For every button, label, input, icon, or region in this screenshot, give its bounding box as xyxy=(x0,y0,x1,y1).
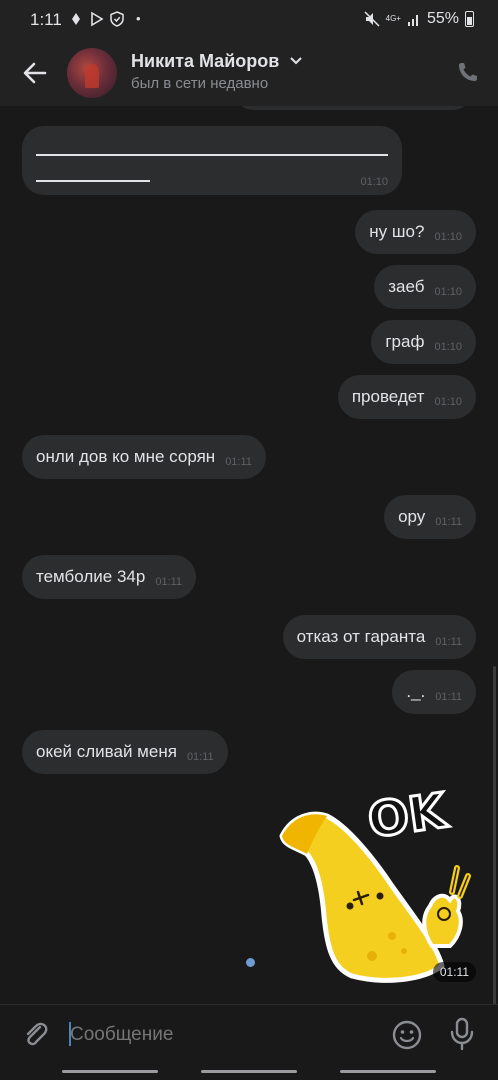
emoji-icon[interactable] xyxy=(391,1019,423,1051)
phone-call-icon[interactable] xyxy=(456,60,480,84)
chevron-down-icon[interactable] xyxy=(290,57,303,65)
notification-icon xyxy=(72,13,80,25)
message-bubble-outgoing[interactable]: граф 01:10 xyxy=(371,320,476,364)
play-store-icon xyxy=(91,11,104,27)
nav-back[interactable] xyxy=(340,1070,436,1073)
unread-indicator-dot xyxy=(246,958,255,967)
message-feed[interactable]: 01:10 ну шо? 01:10 заеб 01:10 граф 01:10… xyxy=(0,106,498,1004)
message-text: ._. xyxy=(406,682,426,701)
message-time: 01:11 xyxy=(225,456,252,468)
battery-icon xyxy=(465,11,474,27)
message-text: ну шо? xyxy=(369,222,425,241)
message-bubble-incoming[interactable]: онли дов ко мне сорян 01:11 xyxy=(22,435,266,479)
message-text: граф xyxy=(385,332,425,351)
message-text: проведет xyxy=(351,387,425,406)
message-bubble-outgoing[interactable]: отказ от гаранта 01:11 xyxy=(282,615,476,659)
message-input[interactable] xyxy=(70,1019,370,1051)
nav-home[interactable] xyxy=(201,1070,297,1073)
message-text: онли дов ко мне сорян xyxy=(36,447,216,466)
contact-name[interactable]: Никита Майоров xyxy=(131,51,303,72)
avatar[interactable] xyxy=(67,48,117,98)
message-time: 01:10 xyxy=(434,231,462,243)
network-type: 4G+ xyxy=(385,14,401,23)
nav-recents[interactable] xyxy=(62,1070,158,1073)
contact-name-text: Никита Майоров xyxy=(131,51,280,71)
message-bubble-outgoing[interactable]: заеб 01:10 xyxy=(374,265,476,309)
notification-icons: • xyxy=(68,11,141,27)
status-time: 1:11 xyxy=(30,10,62,29)
chat-header: Никита Майоров был в сети недавно xyxy=(0,40,498,106)
message-time: 01:10 xyxy=(360,176,388,188)
message-time: 01:11 xyxy=(435,636,462,648)
message-text: заеб xyxy=(388,277,425,296)
underline-text xyxy=(36,180,150,182)
sticker-time: 01:11 xyxy=(432,962,476,982)
message-time: 01:11 xyxy=(186,751,214,763)
previous-message-bubble xyxy=(235,106,471,110)
sticker-ok-text: OK xyxy=(363,781,451,850)
last-seen-status: был в сети недавно xyxy=(131,75,269,92)
message-composer xyxy=(0,1004,498,1062)
message-bubble-outgoing[interactable]: ну шо? 01:10 xyxy=(355,210,476,254)
message-bubble-outgoing[interactable]: проведет 01:10 xyxy=(337,375,476,419)
message-time: 01:10 xyxy=(434,286,462,298)
shield-icon xyxy=(110,11,124,27)
battery-percent: 55% xyxy=(426,10,459,27)
underline-text xyxy=(36,154,388,156)
status-bar: 1:11 • 4G+ 55% xyxy=(0,0,498,40)
message-time: 01:11 xyxy=(155,576,183,588)
message-time: 01:10 xyxy=(434,341,462,353)
signal-icon xyxy=(407,15,418,26)
more-dot-icon: • xyxy=(136,11,141,26)
system-navigation-bar xyxy=(0,1062,498,1080)
message-bubble-incoming[interactable]: окей сливай меня 01:11 xyxy=(22,730,228,774)
message-bubble-outgoing[interactable]: ._. 01:11 xyxy=(392,670,476,714)
message-text: отказ от гаранта xyxy=(296,627,426,646)
message-text: ору xyxy=(398,507,426,526)
message-text: окей сливай меня xyxy=(36,742,177,761)
message-time: 01:11 xyxy=(435,691,462,703)
scrollbar[interactable] xyxy=(493,666,496,1004)
message-time: 01:10 xyxy=(434,396,462,408)
microphone-icon[interactable] xyxy=(448,1017,476,1051)
message-bubble-lines[interactable]: 01:10 xyxy=(22,126,402,195)
status-right: 4G+ 55% xyxy=(364,10,474,28)
attachment-icon[interactable] xyxy=(20,1019,50,1049)
message-bubble-incoming[interactable]: темболие 34р 01:11 xyxy=(22,555,197,599)
back-arrow-icon[interactable] xyxy=(20,58,50,88)
mute-icon xyxy=(364,11,380,27)
message-time: 01:11 xyxy=(435,516,462,528)
message-bubble-outgoing[interactable]: ору 01:11 xyxy=(384,495,476,539)
message-text: темболие 34р xyxy=(36,567,146,586)
